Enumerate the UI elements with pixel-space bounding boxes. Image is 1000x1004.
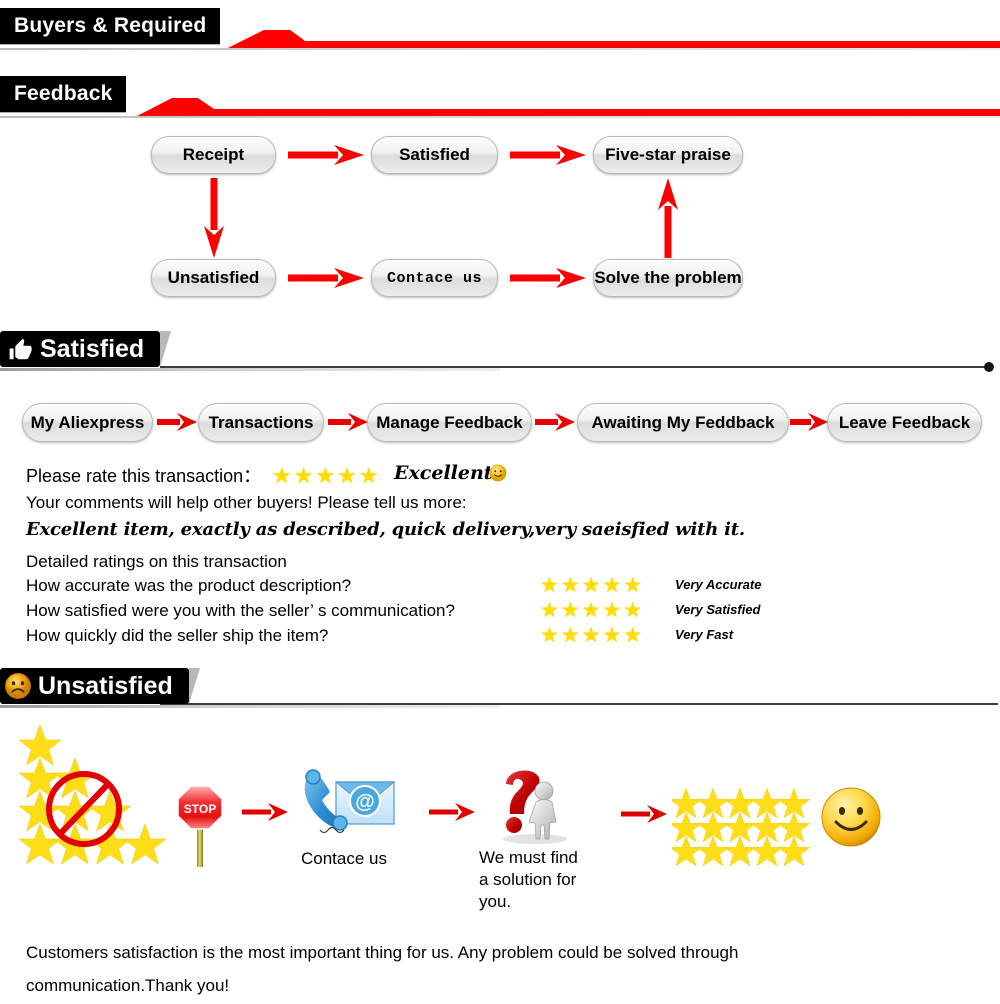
breadcrumb-leave-feedback-label: Leave Feedback xyxy=(838,412,971,432)
arrow-receipt-to-satisfied xyxy=(288,145,364,165)
flow-node-unsatisfied[interactable]: Unsatisfied xyxy=(151,259,276,297)
contact-us-caption: Contace us xyxy=(301,849,387,868)
detailed-label-1: Very Satisfied xyxy=(675,602,761,617)
satisfied-divider-dot xyxy=(984,362,994,372)
banner-feedback-red-shape xyxy=(137,98,1000,116)
breadcrumb-my-aliexpress-label: My Aliexpress xyxy=(30,412,145,432)
detailed-label-2: Very Fast xyxy=(675,627,734,642)
arrow-contact-to-solve xyxy=(510,268,586,288)
flow-node-receipt-label: Receipt xyxy=(182,145,245,164)
detailed-ratings-heading: Detailed ratings on this transaction xyxy=(26,552,287,571)
comments-prompt: Your comments will help other buyers! Pl… xyxy=(26,493,467,512)
flow-node-contact-us-label: Contace us xyxy=(386,269,482,287)
section-header-unsatisfied: Unsatisfied xyxy=(0,668,200,704)
banner-feedback-tab: Feedback xyxy=(0,76,127,112)
detailed-stars-0[interactable]: ★★★★★ xyxy=(540,573,644,598)
footer-line-1: Customers satisfaction is the most impor… xyxy=(26,943,739,962)
breadcrumb-awaiting-my-feedback-label: Awaiting My Feddback xyxy=(591,412,775,432)
comment-text: Excellent item, exactly as described, qu… xyxy=(26,519,745,540)
detailed-stars-2[interactable]: ★★★★★ xyxy=(540,623,644,648)
flow-node-satisfied-label: Satisfied xyxy=(399,145,470,164)
section-header-satisfied: Satisfied xyxy=(0,331,172,367)
detailed-question-1: How satisfied were you with the seller’ … xyxy=(26,601,455,620)
thumbs-up-icon xyxy=(8,336,34,362)
fifteen-stars-icon xyxy=(669,786,812,873)
breadcrumb-leave-feedback[interactable]: Leave Feedback xyxy=(827,403,982,442)
smiley-icon xyxy=(489,464,507,487)
breadcrumb-arrow-2 xyxy=(328,413,368,431)
rate-word: Excellent xyxy=(394,462,493,484)
banner-buyers-underline xyxy=(0,48,1000,50)
unsatisfied-arrow-2 xyxy=(429,803,475,821)
unsatisfied-tab-fold xyxy=(188,668,200,704)
flow-node-receipt[interactable]: Receipt xyxy=(151,136,276,174)
detailed-stars-1[interactable]: ★★★★★ xyxy=(540,598,644,623)
arrow-solve-to-five-star xyxy=(658,178,678,258)
section-header-satisfied-label: Satisfied xyxy=(40,334,145,363)
banner-buyers-label: Buyers & Required xyxy=(14,14,207,37)
footer-line-2: communication.Thank you! xyxy=(26,976,230,995)
no-stars-icon xyxy=(18,722,198,872)
breadcrumb-transactions[interactable]: Transactions xyxy=(198,403,324,442)
arrow-unsatisfied-to-contact xyxy=(288,268,364,288)
unsatisfied-divider-rule xyxy=(160,703,998,705)
satisfied-tab-shadow xyxy=(0,368,500,371)
arrow-receipt-to-unsatisfied xyxy=(204,178,224,258)
section-header-unsatisfied-label: Unsatisfied xyxy=(38,671,173,700)
flow-node-solve-the-problem-label: Solve the problem xyxy=(594,268,742,287)
rate-stars[interactable]: ★★★★★ xyxy=(272,463,381,489)
breadcrumb-awaiting-my-feedback[interactable]: Awaiting My Feddback xyxy=(577,403,789,442)
solution-caption: We must find a solution for you. xyxy=(479,848,578,911)
banner-feedback-label: Feedback xyxy=(14,82,113,105)
breadcrumb-manage-feedback-label: Manage Feedback xyxy=(376,412,523,432)
unsatisfied-arrow-3 xyxy=(621,805,667,823)
rate-prompt: Please rate this transaction： xyxy=(26,466,262,486)
satisfied-divider-rule xyxy=(160,362,994,372)
svg-text:@: @ xyxy=(355,791,375,813)
satisfied-tab-fold xyxy=(160,331,172,367)
phone-email-icon: @ xyxy=(300,768,398,845)
unsatisfied-tab-shadow xyxy=(0,705,500,708)
banner-buyers-required: Buyers & Required xyxy=(0,8,1000,50)
breadcrumb-my-aliexpress[interactable]: My Aliexpress xyxy=(22,403,153,442)
flow-node-contact-us[interactable]: Contace us xyxy=(371,259,498,297)
breadcrumb-arrow-3 xyxy=(535,413,575,431)
banner-feedback-underline xyxy=(0,116,1000,118)
flow-node-unsatisfied-label: Unsatisfied xyxy=(167,268,260,287)
question-mark-person-icon xyxy=(487,766,579,849)
banner-buyers-tab: Buyers & Required xyxy=(0,8,221,44)
breadcrumb-manage-feedback[interactable]: Manage Feedback xyxy=(367,403,532,442)
svg-text:STOP: STOP xyxy=(184,802,216,816)
detailed-question-0: How accurate was the product description… xyxy=(26,576,352,595)
flow-node-solve-the-problem[interactable]: Solve the problem xyxy=(593,259,743,297)
flow-node-satisfied[interactable]: Satisfied xyxy=(371,136,498,174)
breadcrumb-arrow-1 xyxy=(157,413,197,431)
arrow-satisfied-to-five-star xyxy=(510,145,586,165)
big-smiley-icon xyxy=(820,786,882,853)
detailed-label-0: Very Accurate xyxy=(675,577,762,592)
banner-feedback: Feedback xyxy=(0,76,1000,118)
detailed-question-2: How quickly did the seller ship the item… xyxy=(26,626,329,645)
frowning-face-icon xyxy=(4,672,32,700)
breadcrumb-transactions-label: Transactions xyxy=(208,412,314,432)
breadcrumb-arrow-4 xyxy=(790,413,828,431)
unsatisfied-arrow-1 xyxy=(242,803,288,821)
stop-sign-icon: STOP xyxy=(176,784,224,879)
flow-node-five-star-praise[interactable]: Five-star praise xyxy=(593,136,743,174)
flow-node-five-star-praise-label: Five-star praise xyxy=(605,145,731,164)
